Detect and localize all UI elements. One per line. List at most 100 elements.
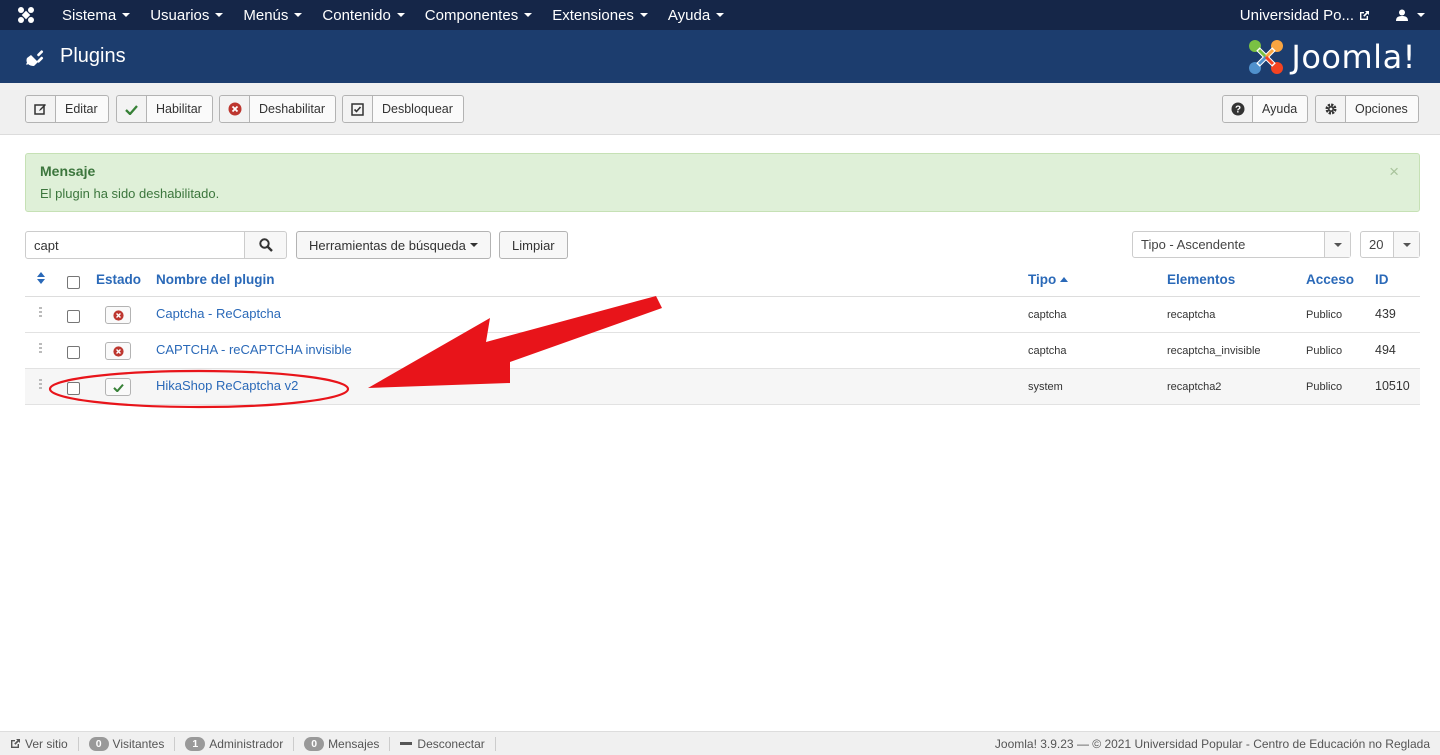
joomla-logo-icon	[1249, 39, 1284, 74]
edit-icon	[26, 96, 56, 122]
plugin-name-link[interactable]: HikaShop ReCaptcha v2	[156, 378, 298, 393]
drag-handle-icon[interactable]	[39, 379, 44, 391]
menu-componentes[interactable]: Componentes	[415, 0, 542, 30]
clear-button[interactable]: Limpiar	[499, 231, 568, 259]
caret-down-icon	[469, 243, 478, 247]
external-link-icon	[11, 739, 20, 748]
success-message: Mensaje El plugin ha sido deshabilitado.…	[25, 153, 1420, 212]
ordering-sort-icon[interactable]	[37, 272, 45, 287]
caret-down-icon	[639, 13, 648, 17]
drag-handle-icon[interactable]	[39, 343, 44, 355]
user-icon	[1395, 9, 1408, 21]
sort-select[interactable]: Tipo - Ascendente	[1132, 231, 1351, 258]
page-title: Plugins	[60, 45, 126, 67]
menu-usuarios[interactable]: Usuarios	[140, 0, 233, 30]
search-button[interactable]	[244, 231, 287, 259]
external-link-icon	[1360, 10, 1369, 20]
menu-sistema[interactable]: Sistema	[52, 0, 140, 30]
select-all-checkbox[interactable]	[67, 276, 80, 289]
plugin-id: 494	[1375, 343, 1396, 357]
drag-handle-icon[interactable]	[39, 307, 44, 319]
caret-down-icon	[1416, 13, 1425, 17]
help-button[interactable]: ? Ayuda	[1222, 95, 1309, 123]
caret-up-icon	[1060, 277, 1069, 282]
plugin-access: Publico	[1306, 309, 1343, 321]
toolbar: Editar Habilitar Deshabilitar Desbloquea…	[0, 83, 1440, 135]
column-type[interactable]: Tipo	[1028, 272, 1069, 287]
search-tools-button[interactable]: Herramientas de búsqueda	[296, 231, 491, 259]
caret-down-icon	[716, 13, 725, 17]
column-access[interactable]: Acceso	[1306, 272, 1354, 287]
disabled-status-button[interactable]	[105, 306, 131, 324]
close-icon[interactable]: ×	[1389, 162, 1399, 182]
svg-text:?: ?	[1234, 105, 1240, 116]
plugin-id: 10510	[1375, 379, 1410, 393]
menu-ayuda[interactable]: Ayuda	[658, 0, 734, 30]
menu-menus[interactable]: Menús	[233, 0, 312, 30]
messages-link[interactable]: 0 Mensajes	[294, 736, 391, 751]
table-row: HikaShop ReCaptcha v2 system recaptcha2 …	[25, 369, 1420, 405]
times-circle-icon	[220, 96, 250, 122]
brand-name: Joomla!	[1291, 37, 1416, 76]
check-icon	[117, 96, 147, 122]
row-checkbox[interactable]	[67, 310, 80, 323]
view-site-link[interactable]: Ver sitio	[0, 736, 79, 751]
column-elements[interactable]: Elementos	[1167, 272, 1235, 287]
caret-down-icon	[294, 13, 303, 17]
minus-icon	[400, 742, 413, 745]
checkbox-icon	[343, 96, 373, 122]
copyright: Joomla! 3.9.23 — © 2021 Universidad Popu…	[994, 736, 1430, 751]
times-circle-icon	[112, 309, 124, 321]
enabled-status-button[interactable]	[105, 378, 131, 396]
enable-button[interactable]: Habilitar	[116, 95, 213, 123]
plugin-type: system	[1028, 381, 1063, 393]
menu-contenido[interactable]: Contenido	[312, 0, 414, 30]
plugin-access: Publico	[1306, 345, 1343, 357]
unlock-button[interactable]: Desbloquear	[342, 95, 464, 123]
site-link[interactable]: Universidad Po...	[1230, 7, 1380, 24]
caret-down-icon	[215, 13, 224, 17]
limit-select[interactable]: 20	[1360, 231, 1420, 258]
top-navbar: Sistema Usuarios Menús Contenido Compone…	[0, 0, 1440, 30]
plugins-table: Estado Nombre del plugin Tipo Elementos …	[25, 262, 1420, 405]
table-header: Estado Nombre del plugin Tipo Elementos …	[25, 262, 1420, 297]
question-circle-icon: ?	[1223, 96, 1253, 122]
visitors-count: 0 Visitantes	[79, 736, 176, 751]
plugin-element: recaptcha_invisible	[1167, 345, 1261, 357]
edit-button[interactable]: Editar	[25, 95, 109, 123]
column-status[interactable]: Estado	[96, 272, 141, 287]
admins-count: 1 Administrador	[175, 736, 295, 751]
table-row: CAPTCHA - reCAPTCHA invisible captcha re…	[25, 333, 1420, 369]
plugin-element: recaptcha	[1167, 309, 1216, 321]
row-checkbox[interactable]	[67, 382, 80, 395]
caret-down-icon	[122, 13, 131, 17]
column-name[interactable]: Nombre del plugin	[156, 272, 275, 287]
caret-down-icon	[524, 13, 533, 17]
search-input[interactable]	[25, 231, 245, 259]
logout-link[interactable]: Desconectar	[390, 736, 496, 751]
menu-extensiones[interactable]: Extensiones	[542, 0, 658, 30]
gear-icon	[1316, 96, 1346, 122]
times-circle-icon	[112, 345, 124, 357]
plugin-name-link[interactable]: Captcha - ReCaptcha	[156, 306, 281, 321]
chevron-down-icon	[1324, 232, 1350, 257]
message-text: El plugin ha sido deshabilitado.	[40, 186, 220, 201]
plugin-element: recaptcha2	[1167, 381, 1222, 393]
column-id[interactable]: ID	[1375, 272, 1389, 287]
options-button[interactable]: Opciones	[1315, 95, 1419, 123]
disable-button[interactable]: Deshabilitar	[219, 95, 337, 123]
search-icon	[258, 238, 273, 252]
row-checkbox[interactable]	[67, 346, 80, 359]
plugin-name-link[interactable]: CAPTCHA - reCAPTCHA invisible	[156, 342, 352, 357]
plugin-type: captcha	[1028, 345, 1067, 357]
table-row: Captcha - ReCaptcha captcha recaptcha Pu…	[25, 297, 1420, 333]
plugin-type: captcha	[1028, 309, 1067, 321]
joomla-logo-icon[interactable]	[0, 0, 52, 30]
plug-icon	[24, 45, 48, 69]
message-title: Mensaje	[40, 163, 96, 179]
status-footer: Ver sitio 0 Visitantes 1 Administrador 0 Me…	[0, 731, 1440, 755]
plugin-access: Publico	[1306, 381, 1343, 393]
user-menu[interactable]	[1380, 9, 1440, 21]
disabled-status-button[interactable]	[105, 342, 131, 360]
page-header: Plugins Joomla!	[0, 30, 1440, 83]
